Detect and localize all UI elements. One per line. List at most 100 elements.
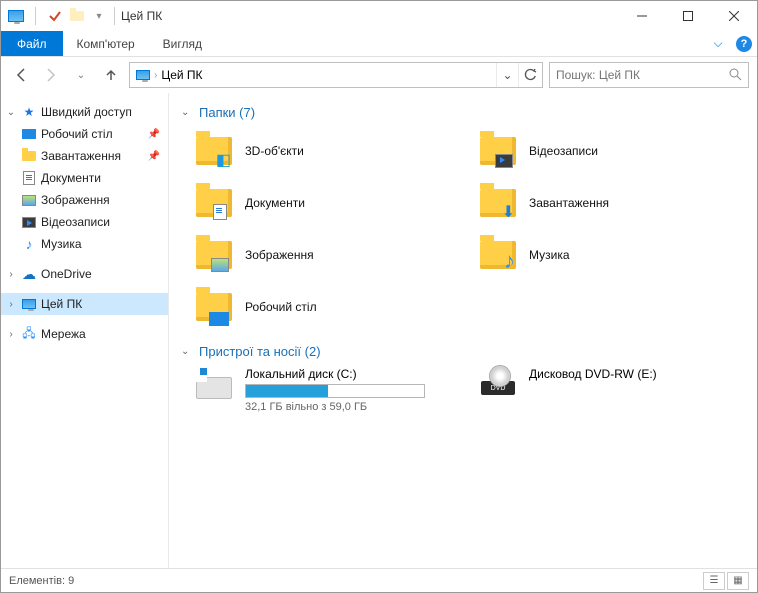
view-details-button[interactable]: ☰ <box>703 572 725 590</box>
music-icon: ♪ <box>21 236 37 252</box>
search-input[interactable] <box>556 68 728 82</box>
chevron-down-icon[interactable]: ⌄ <box>5 107 17 118</box>
drive-free-text: 32,1 ГБ вільно з 59,0 ГБ <box>245 401 461 413</box>
cloud-icon: ☁ <box>21 266 37 282</box>
address-dropdown-icon[interactable]: ⌄ <box>496 63 518 87</box>
minimize-button[interactable] <box>619 1 665 31</box>
document-icon <box>213 204 227 220</box>
drive-name: Дисковод DVD-RW (E:) <box>529 367 745 381</box>
hdd-icon <box>196 377 232 399</box>
quick-access-toolbar: ▾ <box>7 7 108 25</box>
group-folders[interactable]: ⌄ Папки (7) <box>181 105 745 120</box>
tree-this-pc[interactable]: › Цей ПК <box>1 293 168 315</box>
tree-music[interactable]: ♪Музика <box>1 233 168 255</box>
status-bar: Елементів: 9 ☰ ▦ <box>1 568 757 592</box>
nav-back-button[interactable] <box>9 63 33 87</box>
video-icon <box>21 214 37 230</box>
tree-desktop[interactable]: Робочий стіл 📌 <box>1 123 168 145</box>
tree-label: OneDrive <box>41 267 92 281</box>
status-text: Елементів: 9 <box>9 575 74 587</box>
close-button[interactable] <box>711 1 757 31</box>
pc-icon <box>21 296 37 312</box>
document-icon <box>21 170 37 186</box>
folder-desktop[interactable]: Робочий стіл <box>193 284 461 330</box>
pin-icon: 📌 <box>148 151 160 162</box>
folder-downloads[interactable]: ⬇ Завантаження <box>477 180 745 226</box>
pin-icon: 📌 <box>148 129 160 140</box>
item-label: Робочий стіл <box>245 300 317 314</box>
item-label: 3D-об'єкти <box>245 144 304 158</box>
chevron-right-icon[interactable]: › <box>5 269 17 280</box>
tree-quick-access[interactable]: ⌄ ★ Швидкий доступ <box>1 101 168 123</box>
folder-documents[interactable]: Документи <box>193 180 461 226</box>
group-devices[interactable]: ⌄ Пристрої та носії (2) <box>181 344 745 359</box>
tree-label: Швидкий доступ <box>41 105 132 119</box>
address-bar[interactable]: › Цей ПК ⌄ <box>129 62 543 88</box>
network-icon: 🖧 <box>21 326 37 342</box>
drive-c[interactable]: Локальний диск (C:) 32,1 ГБ вільно з 59,… <box>193 367 461 421</box>
desktop-icon <box>209 312 229 326</box>
app-icon[interactable] <box>7 7 25 25</box>
item-label: Завантаження <box>529 196 609 210</box>
search-box[interactable] <box>549 62 749 88</box>
ribbon: Файл Комп'ютер Вигляд ⌵ ? <box>1 31 757 57</box>
qat-dropdown-icon[interactable]: ▾ <box>90 7 108 25</box>
film-icon <box>495 154 513 168</box>
tree-label: Відеозаписи <box>41 215 110 229</box>
new-folder-icon[interactable] <box>68 7 86 25</box>
tree-videos[interactable]: Відеозаписи <box>1 211 168 233</box>
image-icon <box>211 258 229 272</box>
tree-label: Цей ПК <box>41 297 82 311</box>
desktop-icon <box>21 126 37 142</box>
item-label: Музика <box>529 248 570 262</box>
folder-pictures[interactable]: Зображення <box>193 232 461 278</box>
image-icon <box>21 192 37 208</box>
titlebar: ▾ Цей ПК <box>1 1 757 31</box>
folder-icon <box>21 148 37 164</box>
help-button[interactable]: ? <box>731 31 757 56</box>
drive-name: Локальний диск (C:) <box>245 367 461 381</box>
refresh-button[interactable] <box>518 63 540 87</box>
tab-computer[interactable]: Комп'ютер <box>63 31 149 56</box>
download-arrow-icon: ⬇ <box>502 202 515 222</box>
drive-dvd[interactable]: DVD Дисковод DVD-RW (E:) <box>477 367 745 421</box>
properties-icon[interactable] <box>46 7 64 25</box>
view-tiles-button[interactable]: ▦ <box>727 572 749 590</box>
tree-documents[interactable]: Документи <box>1 167 168 189</box>
folder-3d-objects[interactable]: ◧ 3D-об'єкти <box>193 128 461 174</box>
file-tab[interactable]: Файл <box>1 31 63 56</box>
navigation-pane: ⌄ ★ Швидкий доступ Робочий стіл 📌 Заванта… <box>1 93 169 568</box>
maximize-button[interactable] <box>665 1 711 31</box>
help-icon: ? <box>736 36 752 52</box>
window-title: Цей ПК <box>121 9 162 23</box>
tree-downloads[interactable]: Завантаження📌 <box>1 145 168 167</box>
tree-label: Документи <box>41 171 101 185</box>
tree-onedrive[interactable]: › ☁ OneDrive <box>1 263 168 285</box>
navigation-bar: ⌄ › Цей ПК ⌄ <box>1 57 757 93</box>
breadcrumb[interactable]: Цей ПК <box>157 68 206 82</box>
music-icon: ♪ <box>504 248 515 274</box>
dvd-icon: DVD <box>481 381 515 395</box>
ribbon-collapse-icon[interactable]: ⌵ <box>705 31 731 56</box>
nav-up-button[interactable] <box>99 63 123 87</box>
tab-view[interactable]: Вигляд <box>149 31 216 56</box>
nav-forward-button[interactable] <box>39 63 63 87</box>
tree-network[interactable]: › 🖧 Мережа <box>1 323 168 345</box>
content-pane: ⌄ Папки (7) ◧ 3D-об'єкти Відеозаписи Доку… <box>169 93 757 568</box>
tree-label: Робочий стіл <box>41 127 113 141</box>
tree-pictures[interactable]: Зображення <box>1 189 168 211</box>
folder-music[interactable]: ♪ Музика <box>477 232 745 278</box>
item-label: Відеозаписи <box>529 144 598 158</box>
address-icon <box>136 70 150 80</box>
cube-icon: ◧ <box>216 150 231 170</box>
chevron-right-icon[interactable]: › <box>5 299 17 310</box>
group-title: Папки (7) <box>199 105 255 120</box>
chevron-down-icon: ⌄ <box>181 107 195 118</box>
chevron-down-icon: ⌄ <box>181 346 195 357</box>
chevron-right-icon[interactable]: › <box>5 329 17 340</box>
search-icon <box>728 67 742 84</box>
tree-label: Мережа <box>41 327 86 341</box>
folder-videos[interactable]: Відеозаписи <box>477 128 745 174</box>
nav-history-dropdown[interactable]: ⌄ <box>69 63 93 87</box>
tree-label: Зображення <box>41 193 110 207</box>
